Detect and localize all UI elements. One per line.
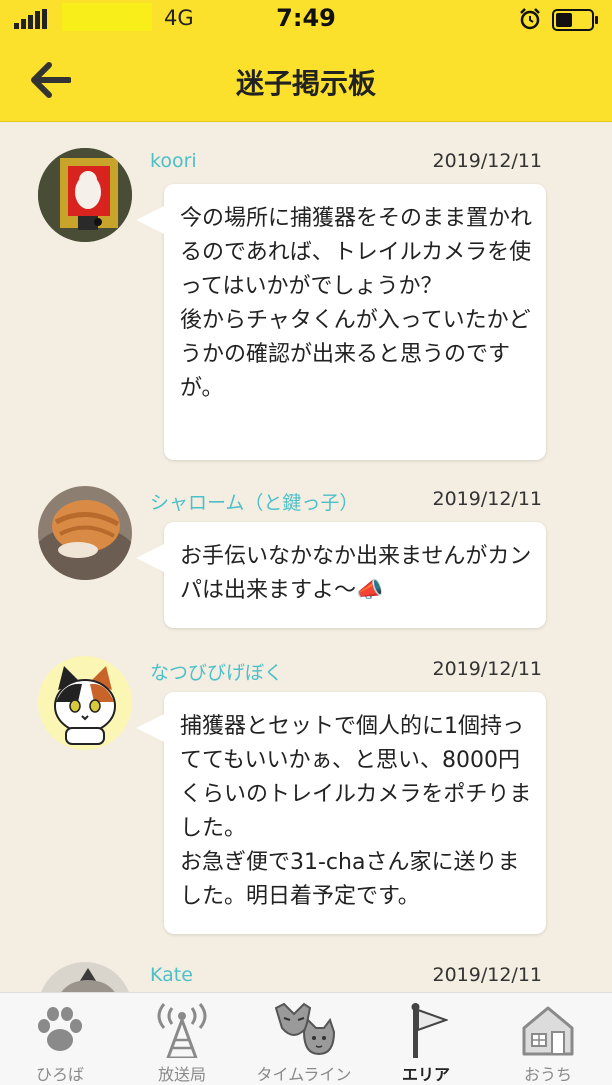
avatar[interactable] — [38, 962, 132, 992]
status-bar: 4G 7:49 — [0, 0, 612, 40]
page-title: 迷子掲示板 — [235, 67, 376, 100]
post-date: 2019/12/11 — [432, 150, 542, 172]
nav-bar: 迷子掲示板 — [0, 40, 612, 122]
post-username[interactable]: koori — [150, 150, 197, 172]
avatar-cat-photo-image — [38, 962, 132, 992]
tab-label: おうち — [523, 1065, 572, 1084]
avatar-orange-cat-image — [38, 486, 132, 580]
post-date: 2019/12/11 — [432, 488, 542, 510]
post-username[interactable]: Kate — [150, 964, 193, 986]
flag-icon — [366, 1001, 486, 1059]
post-username[interactable]: なつびびげぼく — [150, 658, 283, 685]
tab-label: タイムライン — [256, 1065, 352, 1084]
tab-label: ひろば — [35, 1065, 84, 1084]
tab-label: エリア — [401, 1065, 450, 1084]
battery-icon — [552, 9, 598, 31]
message-bubble: お手伝いなかなか出来ませんがカンパは出来ますよ〜📣 — [136, 522, 546, 628]
broadcast-tower-icon — [122, 1001, 242, 1059]
post-date: 2019/12/11 — [432, 964, 542, 986]
tab-area[interactable]: エリア — [366, 993, 486, 1085]
bottom-tab-bar: ひろば 放送局 タイムライン エリア おうち — [0, 992, 612, 1085]
avatar-cat-figurine-image — [38, 148, 132, 242]
avatar[interactable] — [38, 656, 132, 750]
post-username[interactable]: シャローム（と鍵っ子） — [150, 488, 358, 515]
alarm-clock-icon — [520, 8, 540, 30]
message-feed[interactable]: koori 2019/12/11 今の場所に捕獲器をそのまま置かれるのであれば、… — [0, 122, 612, 992]
tab-ouchi[interactable]: おうち — [488, 993, 608, 1085]
tab-label: 放送局 — [157, 1065, 206, 1084]
top-bar: 4G 7:49 迷子掲示板 — [0, 0, 612, 122]
house-icon — [488, 1001, 608, 1059]
post-date: 2019/12/11 — [432, 658, 542, 680]
avatar[interactable] — [38, 486, 132, 580]
tab-timeline[interactable]: タイムライン — [244, 993, 364, 1085]
message-bubble: 捕獲器とセットで個人的に1個持っててもいいかぁ、と思い、8000円くらいのトレイ… — [136, 692, 546, 934]
avatar-calico-cat-illustration — [38, 656, 132, 750]
tab-housoukyoku[interactable]: 放送局 — [122, 993, 242, 1085]
avatar[interactable] — [38, 148, 132, 242]
cat-dog-faces-icon — [244, 1001, 364, 1059]
tab-hiroba[interactable]: ひろば — [0, 993, 120, 1085]
message-bubble: 今の場所に捕獲器をそのまま置かれるのであれば、トレイルカメラを使ってはいかがでし… — [136, 184, 546, 460]
paw-icon — [0, 1001, 120, 1059]
